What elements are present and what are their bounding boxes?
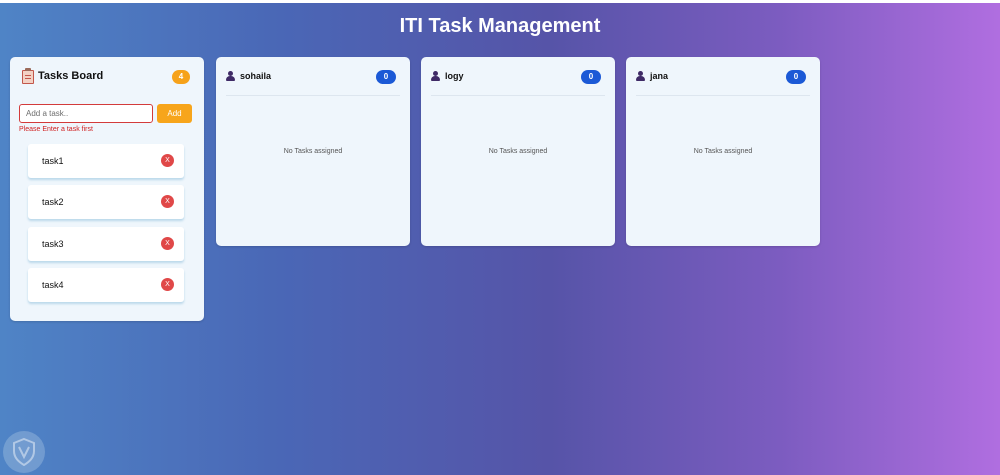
user-icon bbox=[226, 71, 235, 82]
add-task-button[interactable]: Add bbox=[157, 104, 192, 123]
delete-task-button[interactable]: X bbox=[161, 237, 174, 250]
user-card-logy[interactable]: logy 0 No Tasks assigned bbox=[421, 57, 615, 246]
task-item[interactable]: task4 X bbox=[28, 268, 184, 302]
task-label: task4 bbox=[42, 280, 64, 290]
user-icon bbox=[431, 71, 440, 82]
task-item[interactable]: task1 X bbox=[28, 144, 184, 178]
watermark-logo bbox=[3, 431, 45, 473]
delete-task-button[interactable]: X bbox=[161, 154, 174, 167]
user-card-sohaila[interactable]: sohaila 0 No Tasks assigned bbox=[216, 57, 410, 246]
delete-task-button[interactable]: X bbox=[161, 278, 174, 291]
error-message: Please Enter a task first bbox=[19, 126, 93, 133]
empty-state-text: No Tasks assigned bbox=[693, 148, 753, 155]
delete-task-button[interactable]: X bbox=[161, 195, 174, 208]
add-task-input[interactable] bbox=[19, 104, 153, 123]
user-header: jana 0 bbox=[636, 69, 810, 96]
user-name: sohaila bbox=[240, 71, 272, 81]
task-item[interactable]: task3 X bbox=[28, 227, 184, 261]
user-task-count-badge: 0 bbox=[786, 70, 806, 84]
board-header: Tasks Board 4 bbox=[20, 68, 190, 89]
tasks-board-panel: Tasks Board 4 Add Please Enter a task fi… bbox=[10, 57, 204, 321]
shield-icon bbox=[13, 438, 35, 466]
user-task-count-badge: 0 bbox=[376, 70, 396, 84]
task-label: task2 bbox=[42, 197, 64, 207]
task-label: task3 bbox=[42, 239, 64, 249]
user-task-count-badge: 0 bbox=[581, 70, 601, 84]
task-label: task1 bbox=[42, 156, 64, 166]
empty-state-text: No Tasks assigned bbox=[283, 148, 343, 155]
user-icon bbox=[636, 71, 645, 82]
user-name: jana bbox=[650, 71, 669, 81]
board-title: Tasks Board bbox=[38, 70, 104, 82]
clipboard-icon bbox=[22, 68, 34, 84]
empty-state-text: No Tasks assigned bbox=[488, 148, 548, 155]
user-card-jana[interactable]: jana 0 No Tasks assigned bbox=[626, 57, 820, 246]
task-item[interactable]: task2 X bbox=[28, 185, 184, 219]
user-header: sohaila 0 bbox=[226, 69, 400, 96]
page-title: ITI Task Management bbox=[399, 15, 601, 37]
task-count-badge: 4 bbox=[172, 70, 190, 84]
user-name: logy bbox=[445, 71, 464, 81]
user-header: logy 0 bbox=[431, 69, 605, 96]
